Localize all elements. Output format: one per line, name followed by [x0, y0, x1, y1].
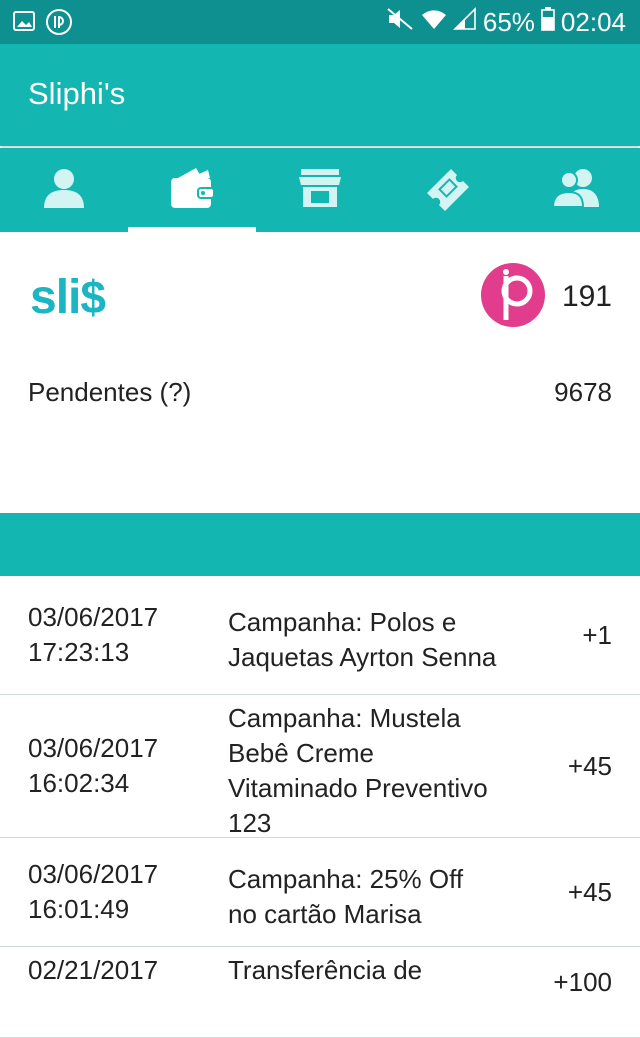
ticket-icon: [423, 165, 473, 216]
transaction-amount: +100: [553, 967, 612, 997]
gallery-icon: [12, 9, 36, 40]
transaction-row[interactable]: 03/06/2017 17:23:13 Campanha: Polos e Ja…: [0, 576, 640, 695]
tab-vouchers[interactable]: [384, 148, 512, 232]
transaction-time: 17:23:13: [28, 637, 130, 667]
transaction-datetime: 03/06/2017 16:02:34: [28, 731, 218, 801]
points-badge: [480, 262, 546, 333]
tab-wallet[interactable]: [128, 148, 256, 232]
transaction-date: 03/06/2017: [28, 859, 159, 889]
transaction-datetime: 02/21/2017: [28, 953, 218, 988]
tab-profile[interactable]: [0, 148, 128, 232]
transactions-header-band: [0, 513, 640, 576]
profile-icon: [41, 167, 87, 214]
battery-icon: [541, 7, 555, 38]
brand-logo: sli$: [30, 271, 106, 324]
points-icon: [481, 263, 545, 327]
transaction-time: 16:01:49: [28, 894, 130, 924]
transaction-date: 03/06/2017: [28, 733, 159, 763]
app-notification-icon: [46, 9, 72, 40]
transaction-time: 16:02:34: [28, 768, 130, 798]
tab-bar: [0, 148, 640, 232]
group-icon: [551, 167, 601, 214]
signal-icon: [452, 7, 477, 38]
transaction-datetime: 03/06/2017 16:01:49: [28, 857, 218, 927]
transaction-list: 03/06/2017 17:23:13 Campanha: Polos e Ja…: [0, 576, 640, 1038]
pending-label[interactable]: Pendentes (?): [28, 377, 191, 408]
pending-value: 9678: [554, 377, 612, 407]
status-bar: 65% 02:04: [0, 0, 640, 44]
transaction-row[interactable]: 02/21/2017 Transferência de +100: [0, 947, 640, 1038]
mute-icon: [385, 6, 415, 39]
transaction-amount: +45: [567, 876, 612, 907]
transaction-date: 02/21/2017: [28, 955, 159, 985]
transaction-description: Campanha: Polos e Jaquetas Ayrton Senna: [228, 607, 497, 672]
wifi-icon: [421, 7, 447, 38]
transaction-datetime: 03/06/2017 17:23:13: [28, 600, 218, 670]
transaction-date: 03/06/2017: [28, 602, 159, 632]
tab-friends[interactable]: [512, 148, 640, 232]
clock: 02:04: [560, 7, 626, 37]
tab-store[interactable]: [256, 148, 384, 232]
transaction-amount: +1: [582, 619, 612, 650]
transaction-row[interactable]: 03/06/2017 16:02:34 Campanha: Mustela Be…: [0, 695, 640, 838]
wallet-icon: [168, 166, 216, 215]
points-value: 191: [561, 280, 612, 313]
transaction-description: Transferência de: [228, 955, 423, 985]
transaction-description: Campanha: 25% Off no cartão Marisa: [228, 864, 464, 929]
store-icon: [297, 167, 343, 214]
battery-percent: 65%: [482, 7, 535, 37]
app-title: Sliphi's: [28, 76, 126, 111]
transaction-description: Campanha: Mustela Bebê Creme Vitaminado …: [228, 703, 488, 838]
transaction-row[interactable]: 03/06/2017 16:01:49 Campanha: 25% Off no…: [0, 838, 640, 947]
app-bar: Sliphi's: [0, 44, 640, 146]
transaction-amount: +45: [567, 750, 612, 781]
